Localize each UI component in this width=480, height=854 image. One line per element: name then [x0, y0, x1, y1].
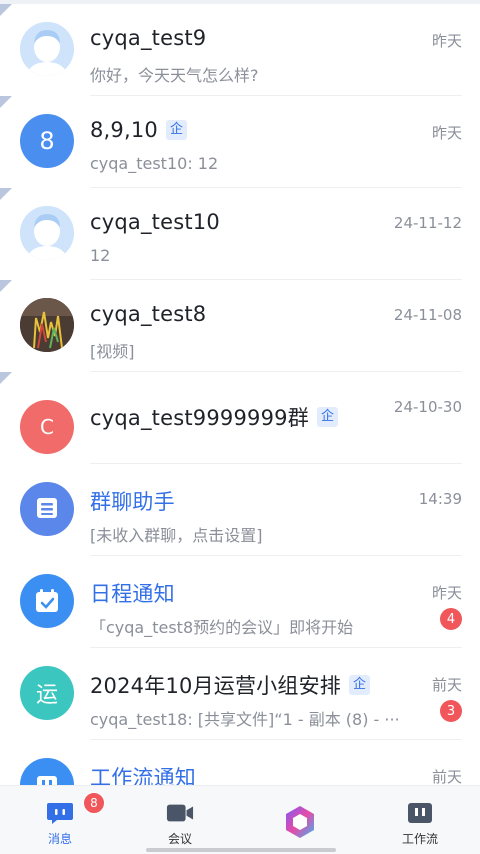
conversation-time: 24-10-30 [393, 398, 462, 416]
avatar-text: 8 [39, 127, 55, 155]
conversation-cyqa-test8[interactable]: cyqa_test8 [视频] 24-11-08 [0, 280, 480, 372]
enterprise-tag: 企 [316, 407, 338, 427]
unread-badge: 4 [440, 608, 462, 630]
conversation-operations-group[interactable]: 运 2024年10月运营小组安排 企 cyqa_test18: [共享文件]“1… [0, 648, 480, 740]
conversation-preview: [未收入群聊，点击设置] [90, 526, 263, 545]
conversation-preview: cyqa_test18: [共享文件]“1 - 副本 (8) - ··· [90, 710, 400, 729]
conversation-time: 昨天 [431, 124, 462, 142]
conversation-preview: [视频] [90, 342, 135, 361]
conversation-preview: 你好，今天天气怎么样? [90, 66, 259, 85]
pinned-indicator [0, 372, 12, 384]
conversation-preview: cyqa_test10: 12 [90, 154, 219, 173]
conversation-time: 24-11-12 [393, 214, 462, 232]
enterprise-tag: 企 [348, 675, 370, 695]
conversation-title: cyqa_test9999999群 [90, 406, 309, 430]
conversation-title: 8,9,10 [90, 118, 158, 142]
message-icon [46, 800, 74, 826]
pinned-indicator [0, 96, 12, 108]
conversation-title: cyqa_test10 [90, 210, 220, 234]
messages-badge: 8 [83, 792, 105, 814]
pinned-indicator [0, 4, 12, 16]
conversation-group-helper[interactable]: 群聊助手 [未收入群聊，点击设置] 14:39 [0, 464, 480, 556]
tab-label: 消息 [47, 832, 72, 846]
conversation-8-9-10[interactable]: 8 8,9,10 企 cyqa_test10: 12 昨天 [0, 96, 480, 188]
pinned-indicator [0, 188, 12, 200]
video-camera-icon [166, 800, 194, 826]
tab-workflow[interactable]: 工作流 [375, 786, 465, 854]
tab-label: 工作流 [401, 832, 438, 846]
conversation-title: 群聊助手 [90, 490, 175, 514]
avatar-text: 运 [35, 683, 58, 708]
home-indicator[interactable] [146, 848, 336, 852]
pinned-indicator [0, 280, 12, 292]
conversation-time: 前天 [431, 676, 462, 694]
unread-badge: 3 [440, 700, 462, 722]
tab-meeting[interactable]: 会议 [135, 786, 225, 854]
person-avatar[interactable] [20, 22, 74, 76]
conversation-cyqa-test9[interactable]: cyqa_test9 你好，今天天气怎么样? 昨天 [0, 4, 480, 96]
workflow-tab-icon [406, 800, 434, 826]
conversation-title: 2024年10月运营小组安排 [90, 674, 341, 698]
conversation-time: 24-11-08 [393, 306, 462, 324]
conversation-time: 昨天 [431, 32, 462, 50]
enterprise-tag: 企 [166, 120, 188, 140]
group-avatar[interactable]: 8 [20, 114, 74, 168]
person-avatar[interactable] [20, 206, 74, 260]
tab-messages[interactable]: 8 消息 [15, 786, 105, 854]
conversation-title: 日程通知 [90, 582, 175, 606]
conversation-title: cyqa_test8 [90, 302, 207, 326]
conversation-schedule-notice[interactable]: 日程通知 「cyqa_test8预约的会议」即将开始 昨天 4 [0, 556, 480, 648]
conversation-cyqa-test9999999-group[interactable]: C cyqa_test9999999群 企 24-10-30 [0, 372, 480, 464]
group-avatar[interactable]: 运 [20, 666, 74, 720]
group-avatar[interactable]: C [20, 400, 74, 454]
conversation-time: 昨天 [431, 584, 462, 602]
calendar-icon[interactable] [20, 574, 74, 628]
conversation-preview: 「cyqa_test8预约的会议」即将开始 [90, 618, 354, 637]
photo-avatar[interactable] [20, 298, 74, 352]
bottom-tab-bar: 8 消息 会议 工作流 [0, 785, 480, 854]
app-logo-icon [282, 804, 318, 840]
avatar-text: C [40, 415, 54, 439]
conversation-title: cyqa_test9 [90, 26, 207, 50]
group-helper-icon[interactable] [20, 482, 74, 536]
conversation-cyqa-test10[interactable]: cyqa_test10 12 24-11-12 [0, 188, 480, 280]
conversation-time: 14:39 [418, 490, 462, 508]
tab-center-app[interactable] [255, 786, 345, 854]
tab-label: 会议 [167, 832, 192, 846]
conversation-preview: 12 [90, 246, 111, 265]
conversation-time: 前天 [431, 768, 462, 786]
conversation-list: cyqa_test9 你好，今天天气怎么样? 昨天 8 8,9,10 企 cyq… [0, 4, 480, 832]
